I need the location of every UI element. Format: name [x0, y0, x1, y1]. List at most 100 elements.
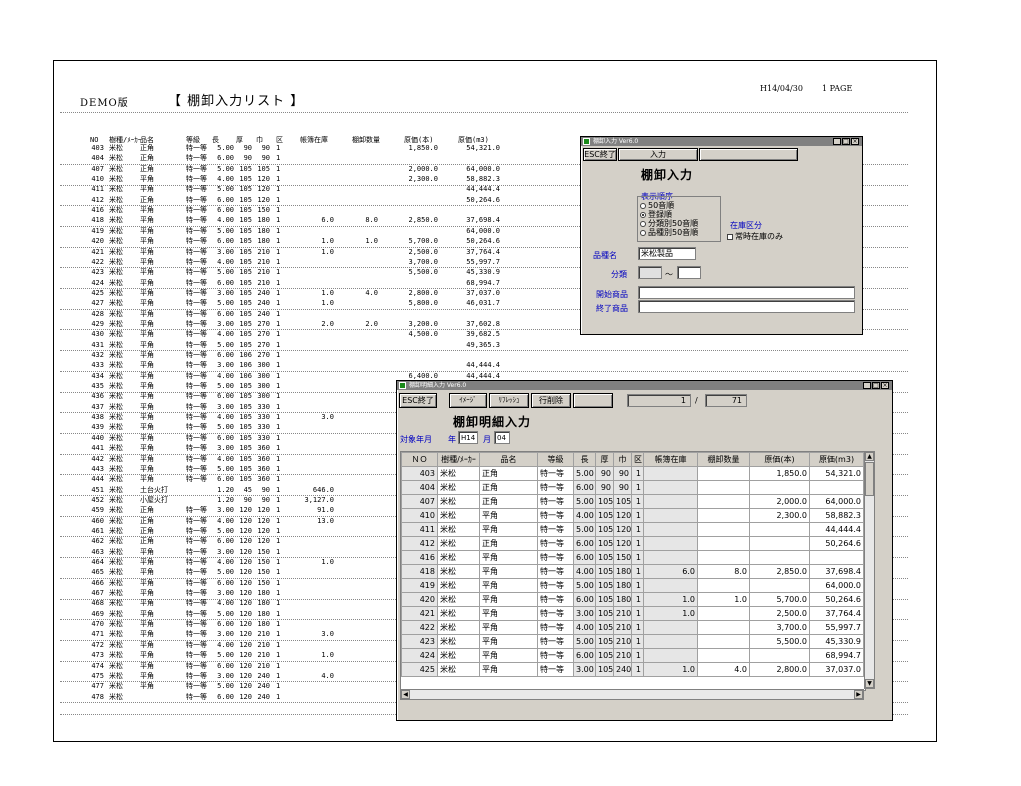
detail-grid[interactable]: ＮＯ 樹種/ﾒｰｶｰ 品名 等級長厚巾区帳簿在庫 棚卸数量 原価(本) 原価(m3) 403 米… — [400, 451, 866, 691]
grid-cell[interactable]: 特一等 — [537, 606, 574, 621]
start-item-input[interactable] — [638, 286, 855, 299]
grid-cell[interactable]: 422 — [401, 620, 438, 635]
grid-cell[interactable] — [643, 620, 698, 635]
vertical-scrollbar[interactable]: ▲ ▼ — [864, 451, 875, 689]
grid-cell[interactable]: 特一等 — [537, 508, 574, 523]
grid-cell[interactable]: 特一等 — [537, 564, 574, 579]
grid-cell[interactable]: 55,997.7 — [809, 620, 864, 635]
grid-header-cell[interactable]: 棚卸数量 — [697, 452, 750, 467]
grid-cell[interactable] — [643, 536, 698, 551]
grid-cell[interactable]: 2,800.0 — [749, 662, 810, 677]
grid-cell[interactable] — [749, 648, 810, 663]
table-row[interactable]: 425 米松 平角 特一等 3.00 105 240 1 1.0 4.0 2,800.0 37,037… — [401, 662, 864, 677]
grid-cell[interactable]: 105 — [595, 662, 614, 677]
grid-cell[interactable]: 6.0 — [643, 564, 698, 579]
grid-cell[interactable]: 68,994.7 — [809, 648, 864, 663]
table-row[interactable]: 416 米松 平角 特一等 6.00 105 150 1 — [401, 550, 864, 565]
grid-cell[interactable]: 1.0 — [643, 592, 698, 607]
grid-cell[interactable]: 37,764.4 — [809, 606, 864, 621]
grid-cell[interactable] — [697, 480, 750, 495]
month-input[interactable]: 04 — [494, 431, 510, 444]
stock-checkbox[interactable]: 常時在庫のみ — [727, 231, 783, 242]
grid-cell[interactable]: 2,500.0 — [749, 606, 810, 621]
grid-cell[interactable]: 180 — [613, 564, 632, 579]
grid-cell[interactable]: 特一等 — [537, 550, 574, 565]
grid-cell[interactable]: 58,882.3 — [809, 508, 864, 523]
tab-input[interactable]: 入力 — [618, 148, 698, 161]
grid-cell[interactable]: 210 — [613, 634, 632, 649]
table-row[interactable]: 421 米松 平角 特一等 3.00 105 210 1 1.0 2,500.0 37,764.4 — [401, 606, 864, 621]
grid-cell[interactable]: 180 — [613, 592, 632, 607]
grid-cell[interactable]: 419 — [401, 578, 438, 593]
maximize-icon[interactable]: □ — [872, 382, 880, 389]
grid-cell[interactable]: 404 — [401, 480, 438, 495]
grid-cell[interactable]: 平角 — [479, 620, 538, 635]
refresh-button[interactable]: ﾘﾌﾚｯｼｭ — [489, 393, 529, 408]
grid-cell[interactable]: 正角 — [479, 494, 538, 509]
grid-cell[interactable]: 105 — [613, 494, 632, 509]
grid-cell[interactable]: 特一等 — [537, 662, 574, 677]
grid-cell[interactable]: 5,500.0 — [749, 634, 810, 649]
esc-exit-button[interactable]: ESC終了 — [399, 393, 437, 408]
grid-cell[interactable] — [749, 522, 810, 537]
radio-icon[interactable] — [640, 202, 646, 209]
grid-cell[interactable]: 米松 — [437, 522, 480, 537]
grid-cell[interactable]: 特一等 — [537, 578, 574, 593]
table-row[interactable]: 412 米松 正角 特一等 6.00 105 120 1 50,264.6 — [401, 536, 864, 551]
grid-cell[interactable]: 44,444.4 — [809, 522, 864, 537]
close-icon[interactable]: × — [881, 382, 889, 389]
grid-cell[interactable]: 403 — [401, 466, 438, 481]
grid-cell[interactable]: 210 — [613, 620, 632, 635]
grid-cell[interactable]: 1 — [631, 606, 644, 621]
grid-cell[interactable]: 416 — [401, 550, 438, 565]
grid-cell[interactable]: 90 — [613, 466, 632, 481]
grid-cell[interactable]: 150 — [613, 550, 632, 565]
order-option-3[interactable]: 品種別50音順 — [640, 227, 698, 238]
grid-header-cell[interactable]: 原価(本) — [749, 452, 810, 467]
grid-cell[interactable]: 8.0 — [697, 564, 750, 579]
year-input[interactable]: H14 — [458, 431, 478, 444]
grid-cell[interactable]: 米松 — [437, 620, 480, 635]
class-from-input[interactable] — [638, 266, 662, 279]
grid-cell[interactable]: 特一等 — [537, 648, 574, 663]
grid-cell[interactable] — [643, 648, 698, 663]
grid-cell[interactable]: 米松 — [437, 494, 480, 509]
grid-cell[interactable]: 特一等 — [537, 480, 574, 495]
grid-cell[interactable]: 米松 — [437, 536, 480, 551]
scroll-up-icon[interactable]: ▲ — [865, 452, 874, 461]
grid-cell[interactable]: 45,330.9 — [809, 634, 864, 649]
grid-header-cell[interactable]: 樹種/ﾒｰｶｰ — [437, 452, 480, 467]
grid-cell[interactable]: 105 — [595, 620, 614, 635]
grid-cell[interactable]: 240 — [613, 662, 632, 677]
grid-cell[interactable]: 210 — [613, 606, 632, 621]
grid-cell[interactable]: 90 — [595, 466, 614, 481]
grid-cell[interactable]: 正角 — [479, 466, 538, 481]
minimize-icon[interactable]: _ — [833, 138, 841, 145]
toolbar-empty-button[interactable] — [573, 393, 613, 408]
grid-cell[interactable]: 特一等 — [537, 536, 574, 551]
grid-cell[interactable] — [697, 536, 750, 551]
grid-cell[interactable]: 1 — [631, 480, 644, 495]
grid-cell[interactable] — [697, 466, 750, 481]
grid-cell[interactable]: 1 — [631, 466, 644, 481]
grid-cell[interactable]: 平角 — [479, 634, 538, 649]
grid-cell[interactable]: 米松 — [437, 634, 480, 649]
grid-cell[interactable]: 平角 — [479, 606, 538, 621]
grid-cell[interactable]: 正角 — [479, 480, 538, 495]
grid-cell[interactable] — [697, 648, 750, 663]
grid-cell[interactable]: 6.00 — [573, 592, 596, 607]
grid-cell[interactable]: 特一等 — [537, 620, 574, 635]
grid-cell[interactable]: 米松 — [437, 550, 480, 565]
table-row[interactable]: 411 米松 平角 特一等 5.00 105 120 1 44,444.4 — [401, 522, 864, 537]
grid-cell[interactable]: 105 — [595, 522, 614, 537]
grid-cell[interactable]: 423 — [401, 634, 438, 649]
table-row[interactable]: 424 米松 平角 特一等 6.00 105 210 1 68,994.7 — [401, 648, 864, 663]
grid-cell[interactable]: 6.00 — [573, 648, 596, 663]
grid-header-cell[interactable]: 巾 — [613, 452, 632, 467]
grid-cell[interactable]: 平角 — [479, 508, 538, 523]
grid-cell[interactable]: 平角 — [479, 550, 538, 565]
scroll-left-icon[interactable]: ◀ — [401, 690, 410, 699]
grid-cell[interactable] — [643, 494, 698, 509]
grid-cell[interactable]: 6.00 — [573, 480, 596, 495]
grid-cell[interactable] — [749, 550, 810, 565]
